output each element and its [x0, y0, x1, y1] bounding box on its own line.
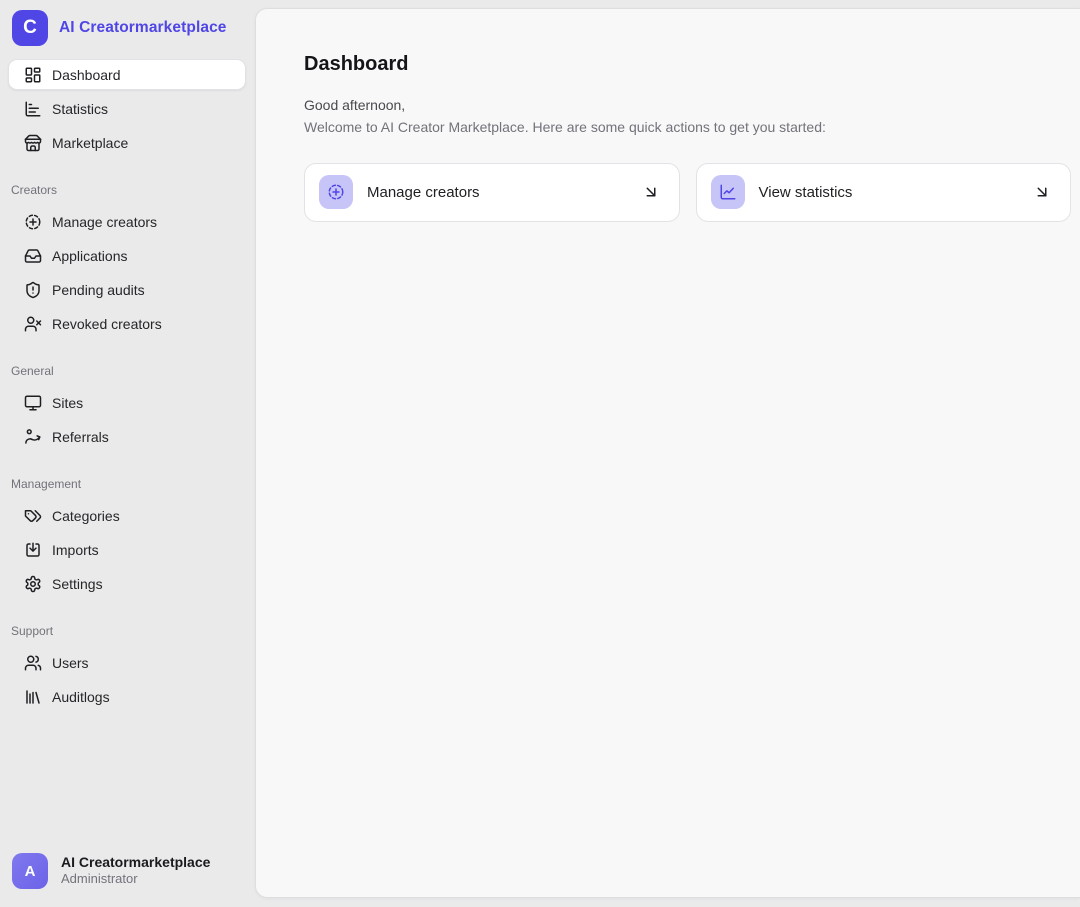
- arrow-down-right-icon: [1033, 183, 1051, 201]
- sidebar-item-label: Users: [52, 655, 89, 671]
- sidebar-item-label: Manage creators: [52, 214, 157, 230]
- circle-dashed-plus-icon: [319, 175, 353, 209]
- store-icon: [24, 134, 42, 152]
- line-chart-icon: [711, 175, 745, 209]
- tags-icon: [24, 507, 42, 525]
- user-role: Administrator: [61, 871, 210, 888]
- monitor-icon: [24, 394, 42, 412]
- arrow-down-right-icon: [642, 183, 660, 201]
- page-title: Dashboard: [304, 53, 1071, 76]
- sidebar-item-pending-audits[interactable]: Pending audits: [8, 274, 246, 305]
- user-name: AI Creatormarketplace: [61, 854, 210, 872]
- sidebar-item-label: Imports: [52, 542, 99, 558]
- sidebar-item-label: Applications: [52, 248, 128, 264]
- app-title: AI Creatormarketplace: [59, 19, 227, 37]
- sidebar-item-revoked-creators[interactable]: Revoked creators: [8, 308, 246, 339]
- sidebar-item-marketplace[interactable]: Marketplace: [8, 127, 246, 158]
- sidebar-nav: Dashboard Statistics Marketplace Creator…: [8, 59, 246, 715]
- gear-icon: [24, 575, 42, 593]
- shield-alert-icon: [24, 281, 42, 299]
- sidebar-item-label: Statistics: [52, 101, 108, 117]
- sidebar-item-label: Revoked creators: [52, 316, 162, 332]
- user-info: AI Creatormarketplace Administrator: [61, 854, 210, 888]
- sidebar-item-imports[interactable]: Imports: [8, 534, 246, 565]
- sidebar-item-label: Auditlogs: [52, 689, 110, 705]
- view-statistics-card[interactable]: View statistics: [696, 163, 1072, 222]
- sidebar-item-auditlogs[interactable]: Auditlogs: [8, 681, 246, 712]
- sidebar-item-label: Referrals: [52, 429, 109, 445]
- sidebar-item-label: Pending audits: [52, 282, 145, 298]
- sidebar-item-applications[interactable]: Applications: [8, 240, 246, 271]
- section-label-creators: Creators: [11, 183, 246, 197]
- welcome-text: Welcome to AI Creator Marketplace. Here …: [304, 117, 1071, 137]
- main-panel: Dashboard Good afternoon, Welcome to AI …: [255, 8, 1080, 898]
- sidebar-item-dashboard[interactable]: Dashboard: [8, 59, 246, 90]
- app-logo: C: [12, 10, 48, 46]
- sidebar-item-label: Marketplace: [52, 135, 128, 151]
- quick-actions: Manage creators View statistics: [304, 163, 1071, 222]
- manage-creators-card[interactable]: Manage creators: [304, 163, 680, 222]
- section-label-support: Support: [11, 624, 246, 638]
- bar-chart-icon: [24, 100, 42, 118]
- audit-logs-icon: [24, 688, 42, 706]
- layout-dashboard-icon: [24, 66, 42, 84]
- sidebar: C AI Creatormarketplace Dashboard Statis…: [0, 0, 255, 907]
- avatar-letter: A: [25, 863, 36, 880]
- circle-dashed-plus-icon: [24, 213, 42, 231]
- sidebar-item-statistics[interactable]: Statistics: [8, 93, 246, 124]
- inbox-icon: [24, 247, 42, 265]
- user-x-icon: [24, 315, 42, 333]
- section-label-management: Management: [11, 477, 246, 491]
- sidebar-item-settings[interactable]: Settings: [8, 568, 246, 599]
- greeting-text: Good afternoon,: [304, 95, 1071, 115]
- sidebar-item-label: Sites: [52, 395, 83, 411]
- sidebar-item-users[interactable]: Users: [8, 647, 246, 678]
- import-tray-icon: [24, 541, 42, 559]
- sidebar-item-label: Dashboard: [52, 67, 121, 83]
- sidebar-item-categories[interactable]: Categories: [8, 500, 246, 531]
- sidebar-user[interactable]: A AI Creatormarketplace Administrator: [8, 849, 246, 897]
- referral-share-icon: [24, 428, 42, 446]
- sidebar-item-label: Settings: [52, 576, 103, 592]
- card-label: View statistics: [759, 184, 853, 201]
- section-label-general: General: [11, 364, 246, 378]
- sidebar-item-sites[interactable]: Sites: [8, 387, 246, 418]
- logo-letter: C: [23, 17, 37, 39]
- users-icon: [24, 654, 42, 672]
- card-label: Manage creators: [367, 184, 480, 201]
- sidebar-item-manage-creators[interactable]: Manage creators: [8, 206, 246, 237]
- sidebar-item-label: Categories: [52, 508, 120, 524]
- sidebar-item-referrals[interactable]: Referrals: [8, 421, 246, 452]
- avatar: A: [12, 853, 48, 889]
- brand: C AI Creatormarketplace: [8, 8, 246, 59]
